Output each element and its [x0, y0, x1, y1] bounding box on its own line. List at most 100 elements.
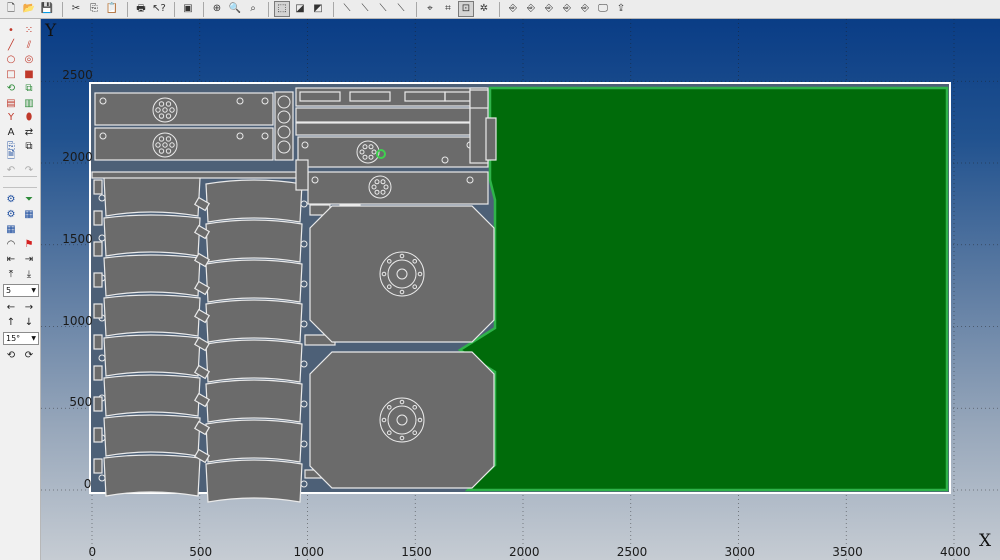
toolbar-separator	[333, 1, 334, 17]
main-toolbar: 🗋 📂 💾 ✂ ⎘ 📋 🖶 ↖? ▣ ⊕ 🔍 ⌕ ⬚ ◪ ◩ ⟍ ⟍ ⟍ ⟍ ⌖ ⌗ ⊡ ✲ ⎆ ⎆ ⎆ ⎆ ⎆ 🖵 ⇪	[0, 0, 1000, 19]
line-tool-2-icon[interactable]: ⟍	[357, 1, 373, 17]
fill-icon[interactable]: ⬮	[22, 111, 36, 125]
small-part	[93, 458, 103, 474]
snap-select-icon[interactable]: ⊡	[458, 1, 474, 17]
multi-line-icon[interactable]: ⫽	[22, 39, 36, 53]
point-icon[interactable]: •	[4, 24, 18, 38]
new-file-icon[interactable]: 🗋	[3, 1, 19, 17]
undo-icon[interactable]: ↶	[4, 164, 18, 178]
line-tool-3-icon[interactable]: ⟍	[375, 1, 391, 17]
arrow-down-icon[interactable]: ↓	[22, 316, 36, 330]
toolbar-separator	[203, 1, 204, 17]
doc-tool-5-icon[interactable]: ⎆	[577, 1, 593, 17]
print-icon[interactable]: 🖶	[133, 1, 149, 17]
doc-tool-4-icon[interactable]: ⎆	[559, 1, 575, 17]
open-file-icon[interactable]: 📂	[21, 1, 37, 17]
sheet-icon[interactable]: ▦	[22, 208, 36, 222]
zoom-window-icon[interactable]: ⊕	[209, 1, 225, 17]
zoom-icon[interactable]: 🔍	[227, 1, 243, 17]
paste-icon[interactable]: 📋	[104, 1, 120, 17]
x-tick-label: 1500	[401, 545, 432, 559]
arc-segment-part	[103, 374, 201, 417]
nest-icon[interactable]: ▦	[4, 223, 18, 237]
copy-icon[interactable]: ⎘	[86, 1, 102, 17]
text-tool-icon[interactable]: A	[4, 126, 18, 140]
help-pointer-icon[interactable]: ↖?	[151, 1, 167, 17]
rotate-cw-icon[interactable]: ⟳	[22, 349, 36, 363]
table-alt-icon[interactable]: ▥	[22, 97, 36, 111]
arc-segment-part	[103, 254, 201, 297]
step-size-select[interactable]: 5 ▼	[3, 284, 39, 297]
cut-icon[interactable]: ✂	[68, 1, 84, 17]
arrange-icon[interactable]: ⇄	[22, 126, 36, 140]
rotation-angle-select[interactable]: 15° ▼	[3, 332, 39, 345]
arc-segment-part	[205, 339, 303, 383]
snap-grid-icon[interactable]: ⌗	[440, 1, 456, 17]
small-part	[93, 272, 103, 288]
toolbar-separator	[174, 1, 175, 17]
save-icon[interactable]: 💾	[39, 1, 55, 17]
doc-tool-2-icon[interactable]: ⎆	[523, 1, 539, 17]
bracket-part	[295, 87, 487, 107]
arrow-left-icon[interactable]: ←	[4, 301, 18, 315]
rectangle-icon[interactable]: □	[4, 68, 18, 82]
align-left-icon[interactable]: ⇤	[4, 253, 18, 267]
circle-center-icon[interactable]: ◎	[22, 53, 36, 67]
rotate-part-icon[interactable]: ⟲	[4, 82, 18, 96]
parts-icon[interactable]: ⚙	[4, 208, 18, 222]
align-right-icon[interactable]: ⇥	[22, 253, 36, 267]
document-icon[interactable]: 🗎	[4, 149, 18, 163]
arc-segment-part	[103, 214, 201, 257]
circle-icon[interactable]: ○	[4, 53, 18, 67]
align-top-icon[interactable]: ⤒	[4, 268, 18, 282]
table-icon[interactable]: ▤	[4, 97, 18, 111]
x-tick-label: 3000	[724, 545, 756, 559]
nesting-cad-window: 🗋 📂 💾 ✂ ⎘ 📋 🖶 ↖? ▣ ⊕ 🔍 ⌕ ⬚ ◪ ◩ ⟍ ⟍ ⟍ ⟍ ⌖ ⌗ ⊡ ✲ ⎆ ⎆ ⎆ ⎆ ⎆ 🖵 ⇪ 5 ▼ 15° …	[0, 0, 1000, 560]
small-part	[93, 334, 103, 350]
x-axis-label: X	[979, 531, 992, 551]
line-icon[interactable]: ╱	[4, 39, 18, 53]
doc-tool-3-icon[interactable]: ⎆	[541, 1, 557, 17]
redo-icon[interactable]: ↷	[22, 164, 36, 178]
plate-part	[307, 171, 489, 205]
x-tick-label: 0	[88, 545, 97, 559]
vertex-icon[interactable]: Y	[4, 111, 18, 125]
snap-icon[interactable]: ⌖	[422, 1, 438, 17]
arrow-right-icon[interactable]: →	[22, 301, 36, 315]
line-tool-4-icon[interactable]: ⟍	[393, 1, 409, 17]
view-solid-icon[interactable]: ◪	[292, 1, 308, 17]
rectangle-filled-icon[interactable]: ■	[22, 68, 36, 82]
layers-icon[interactable]: ⧉	[22, 140, 36, 154]
small-part	[485, 117, 497, 161]
funnel-icon[interactable]: ⏷	[22, 193, 36, 207]
export-icon[interactable]: ⇪	[613, 1, 629, 17]
monitor-icon[interactable]: 🖵	[595, 1, 611, 17]
properties-icon[interactable]: ▣	[180, 1, 196, 17]
drawing-canvas[interactable]: Y X 0 500 1000 1500 2000 2500 3000 3500 4000 0 50…	[41, 19, 1000, 560]
visibility-icon[interactable]: ◠	[4, 238, 18, 252]
y-tick-label: 500	[69, 395, 93, 410]
snap-point-icon[interactable]: ✲	[476, 1, 492, 17]
view-iso-icon[interactable]: ◩	[310, 1, 326, 17]
flag-icon[interactable]: ⚑	[22, 238, 36, 252]
arc-segment-part	[103, 174, 201, 217]
small-part	[93, 396, 103, 412]
chevron-down-icon: ▼	[31, 335, 36, 342]
align-bottom-icon[interactable]: ⤓	[22, 268, 36, 282]
plate-part	[297, 136, 489, 168]
view-3d-icon[interactable]: ⬚	[274, 1, 290, 17]
arrow-up-icon[interactable]: ↑	[4, 316, 18, 330]
arc-segment-part	[205, 419, 303, 463]
x-tick-label: 1000	[293, 545, 325, 559]
remnant-area	[457, 86, 949, 492]
doc-tool-1-icon[interactable]: ⎆	[505, 1, 521, 17]
rotate-ccw-icon[interactable]: ⟲	[4, 349, 18, 363]
copy-part-icon[interactable]: ⧉	[22, 82, 36, 96]
rotation-angle-value: 15°	[6, 334, 21, 343]
strip-part	[91, 171, 307, 179]
x-tick-label: 3500	[832, 545, 863, 559]
gear-icon[interactable]: ⚙	[4, 193, 18, 207]
zoom-all-icon[interactable]: ⌕	[245, 1, 261, 17]
line-tool-icon[interactable]: ⟍	[339, 1, 355, 17]
point-grid-icon[interactable]: ⁙	[22, 24, 36, 38]
